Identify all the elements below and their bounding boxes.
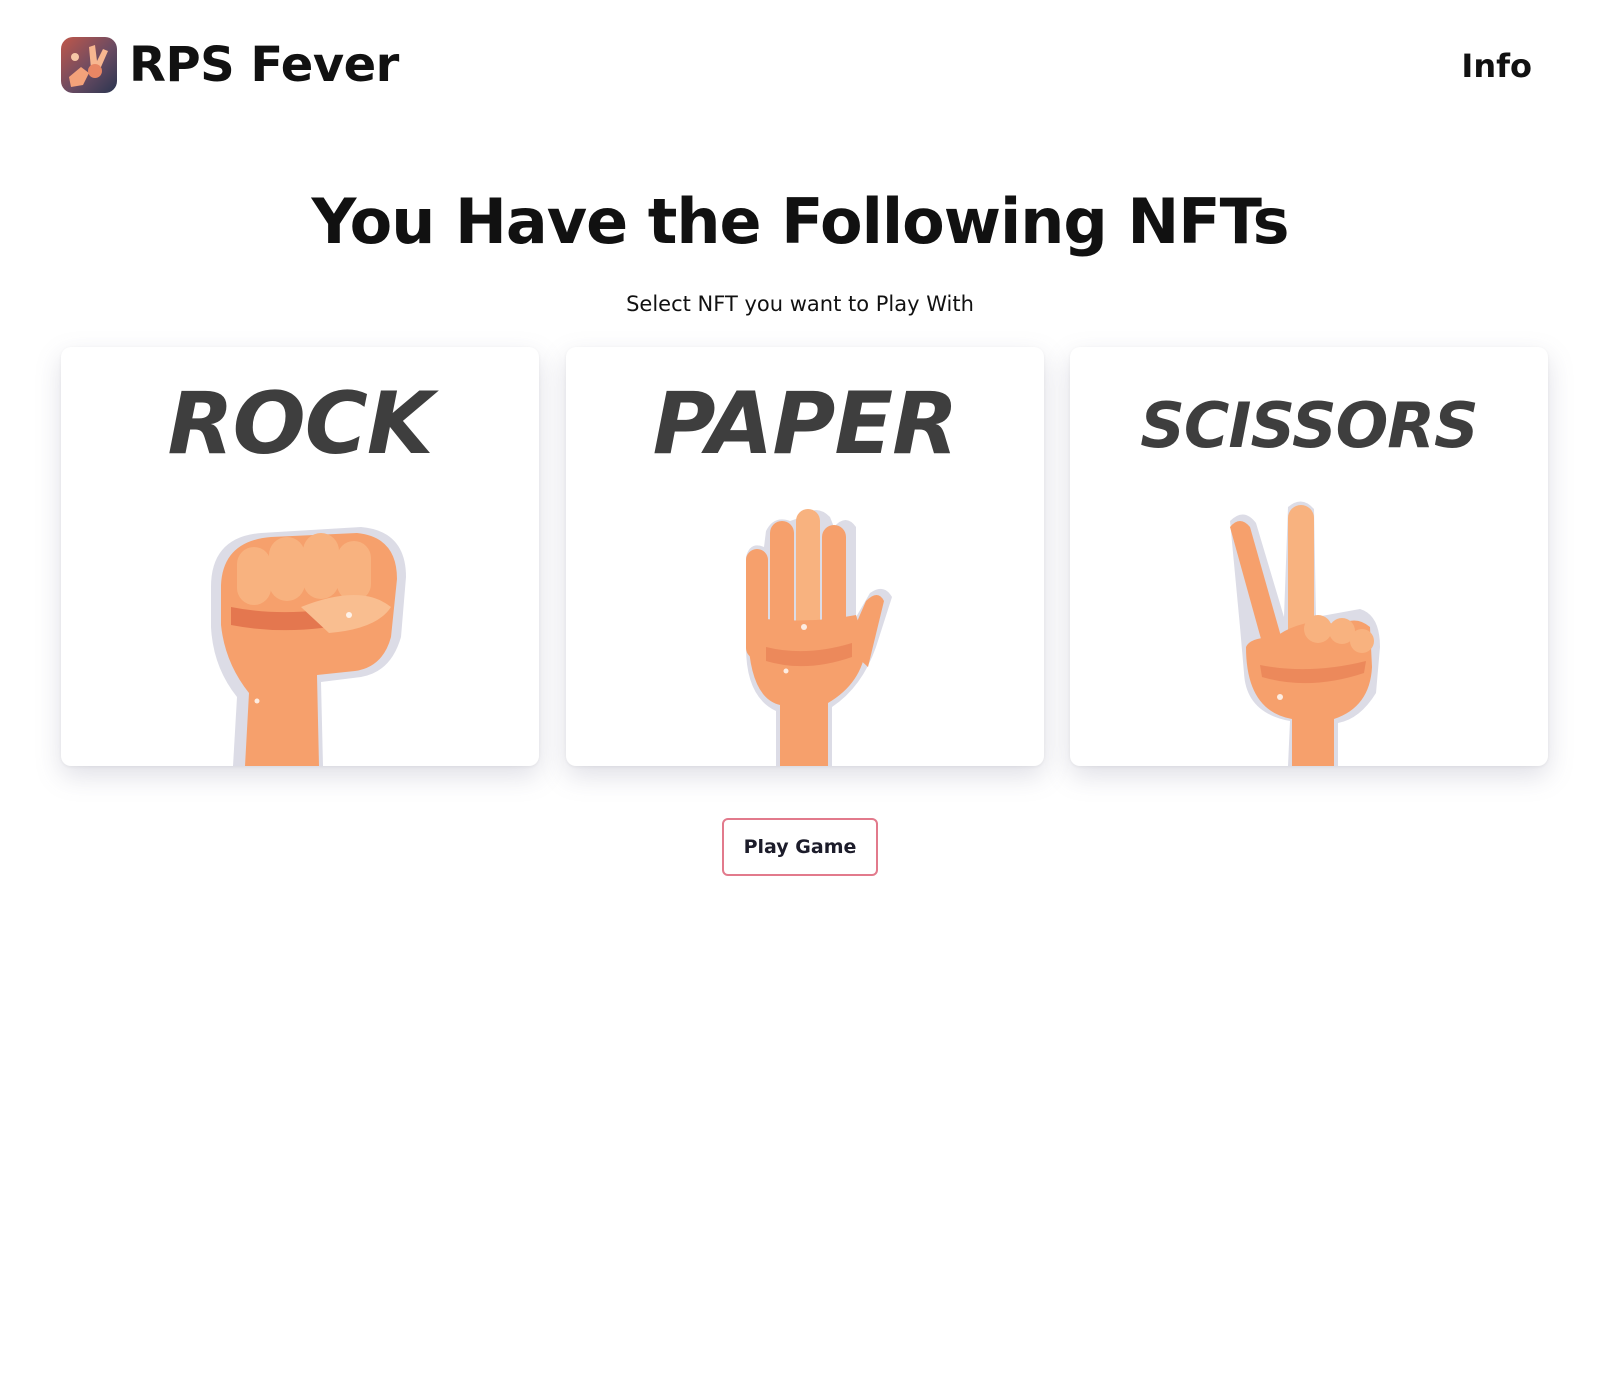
- page-subtitle: Select NFT you want to Play With: [626, 292, 974, 316]
- nft-card-list: ROCK PAPER SCISSORS: [61, 347, 1548, 766]
- info-link[interactable]: Info: [1461, 44, 1532, 88]
- victory-hand-icon: [1230, 501, 1380, 766]
- open-palm-hand-icon: [746, 509, 892, 766]
- rps-logo-icon[interactable]: [61, 37, 117, 93]
- nft-card-label: ROCK: [167, 374, 433, 474]
- play-game-button[interactable]: Play Game: [722, 818, 878, 876]
- nft-card-label: PAPER: [652, 374, 959, 474]
- brand-name[interactable]: RPS Fever: [129, 36, 399, 94]
- nft-card-paper[interactable]: PAPER: [566, 347, 1044, 766]
- nft-card-label: SCISSORS: [1140, 389, 1478, 462]
- nft-card-scissors[interactable]: SCISSORS: [1070, 347, 1548, 766]
- page-title: You Have the Following NFTs: [311, 185, 1289, 258]
- fist-hand-icon: [211, 527, 406, 766]
- site-header: RPS Fever Info: [0, 0, 1600, 130]
- nft-card-rock[interactable]: ROCK: [61, 347, 539, 766]
